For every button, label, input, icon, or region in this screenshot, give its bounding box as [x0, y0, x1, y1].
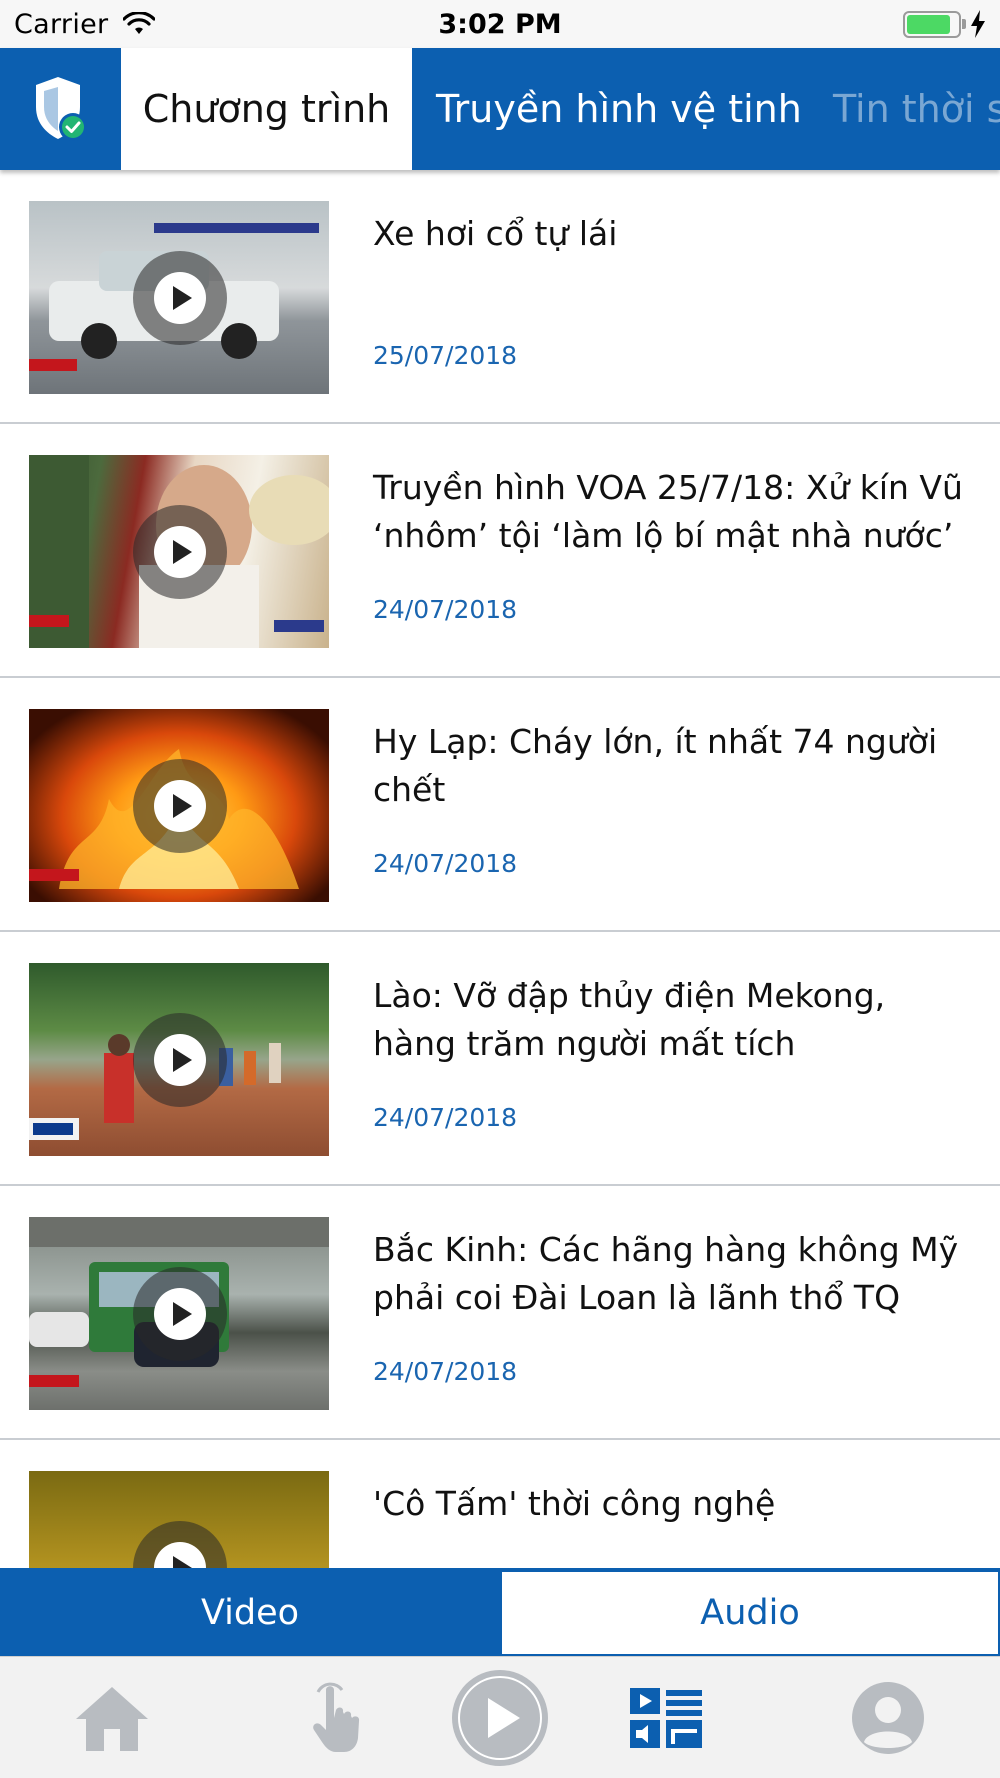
video-date: 25/07/2018 [373, 341, 518, 370]
status-bar: Carrier 3:02 PM [0, 0, 1000, 48]
list-item[interactable]: Truyền hình VOA 25/7/18: Xử kín Vũ ‘nhôm… [0, 424, 1000, 678]
bottom-navigation [0, 1656, 1000, 1778]
list-item[interactable]: 'Cô Tấm' thời công nghệ [0, 1440, 1000, 1568]
video-thumbnail[interactable] [29, 709, 329, 902]
tab-truyen-hinh-ve-tinh[interactable]: Truyền hình vệ tinh [436, 48, 802, 170]
list-item[interactable]: Bắc Kinh: Các hãng hàng không Mỹ phải co… [0, 1186, 1000, 1440]
video-title[interactable]: Truyền hình VOA 25/7/18: Xử kín Vũ ‘nhôm… [373, 464, 973, 560]
video-title[interactable]: 'Cô Tấm' thời công nghệ [373, 1480, 973, 1528]
battery-cap [962, 19, 966, 29]
interact-button[interactable] [286, 1657, 386, 1778]
profile-button[interactable] [838, 1657, 938, 1778]
video-date: 24/07/2018 [373, 1357, 518, 1386]
shield-check-icon [35, 77, 87, 141]
video-date: 24/07/2018 [373, 849, 518, 878]
media-list-button[interactable] [616, 1657, 716, 1778]
play-icon [452, 1670, 548, 1766]
video-thumbnail[interactable] [29, 455, 329, 648]
home-button[interactable] [62, 1657, 162, 1778]
category-tabs: Chương trình Truyền hình vệ tinh Tin thờ… [0, 48, 1000, 170]
video-thumbnail[interactable] [29, 1471, 329, 1568]
security-logo-button[interactable] [0, 48, 121, 170]
profile-icon [852, 1682, 924, 1754]
play-overlay-icon[interactable] [133, 759, 227, 853]
battery-icon [903, 11, 961, 38]
video-title[interactable]: Bắc Kinh: Các hãng hàng không Mỹ phải co… [373, 1226, 973, 1322]
video-title[interactable]: Xe hơi cổ tự lái [373, 210, 973, 258]
video-title[interactable]: Lào: Vỡ đập thủy điện Mekong, hàng trăm … [373, 972, 973, 1068]
clock: 3:02 PM [438, 9, 562, 40]
video-thumbnail[interactable] [29, 201, 329, 394]
media-type-segment: Video Audio [0, 1568, 1000, 1656]
media-list-icon [630, 1688, 702, 1748]
video-list: Xe hơi cổ tự lái 25/07/2018 Truyền hình … [0, 170, 1000, 1568]
player-button[interactable] [448, 1657, 552, 1778]
audio-segment-button[interactable]: Audio [502, 1572, 998, 1654]
play-overlay-icon[interactable] [133, 1013, 227, 1107]
video-date: 24/07/2018 [373, 595, 518, 624]
video-segment-button[interactable]: Video [0, 1570, 500, 1656]
list-item[interactable]: Lào: Vỡ đập thủy điện Mekong, hàng trăm … [0, 932, 1000, 1186]
charging-icon [970, 10, 986, 42]
play-overlay-icon[interactable] [133, 251, 227, 345]
video-thumbnail[interactable] [29, 963, 329, 1156]
touch-icon [313, 1682, 360, 1752]
video-thumbnail[interactable] [29, 1217, 329, 1410]
list-item[interactable]: Hy Lạp: Cháy lớn, ít nhất 74 người chết … [0, 678, 1000, 932]
video-title[interactable]: Hy Lạp: Cháy lớn, ít nhất 74 người chết [373, 718, 973, 814]
home-icon [76, 1687, 148, 1751]
list-item[interactable]: Xe hơi cổ tự lái 25/07/2018 [0, 170, 1000, 424]
tab-chuong-trinh[interactable]: Chương trình [121, 48, 412, 170]
play-overlay-icon[interactable] [133, 1267, 227, 1361]
video-date: 24/07/2018 [373, 1103, 518, 1132]
play-overlay-icon[interactable] [133, 505, 227, 599]
tab-tin-thoi-su[interactable]: Tin thời s [833, 48, 1000, 170]
